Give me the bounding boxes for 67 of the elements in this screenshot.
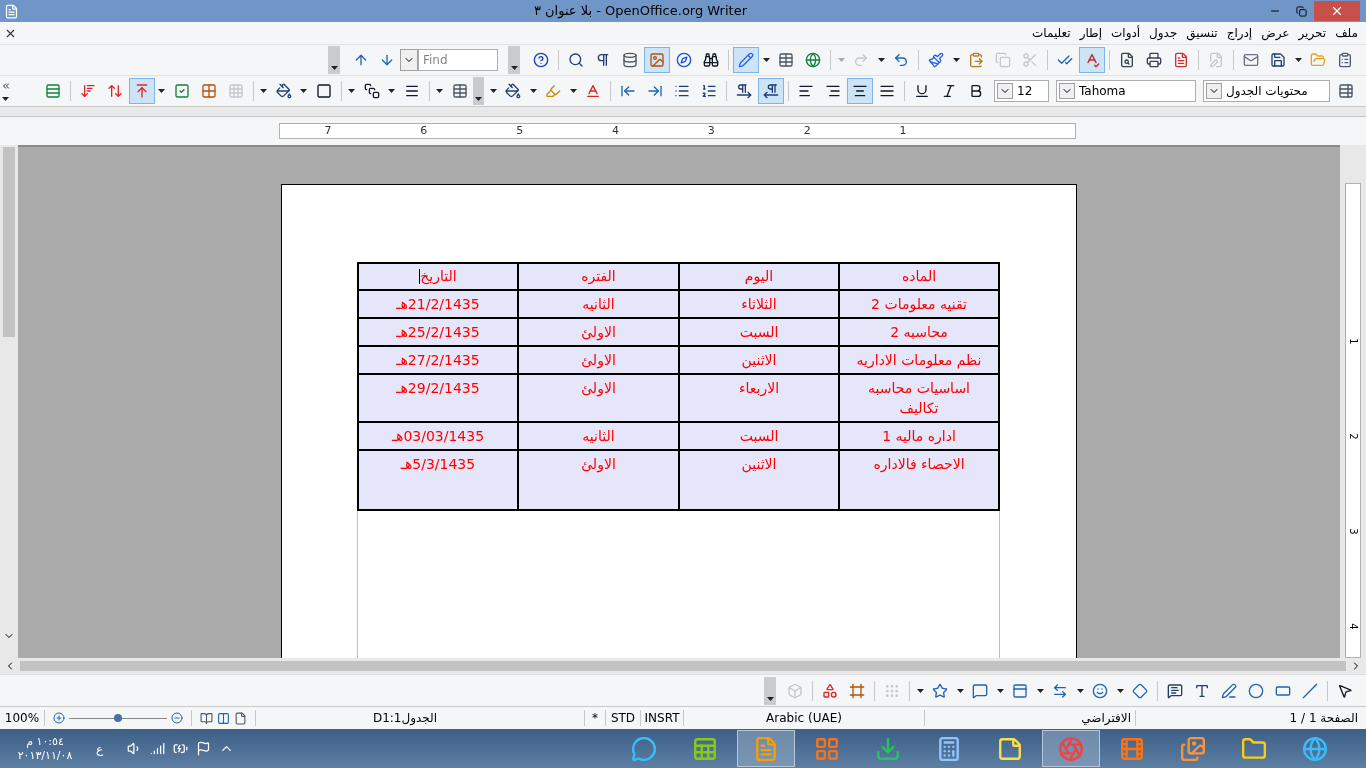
table-cell: الاولئ bbox=[518, 318, 679, 346]
ruler-number: 3 bbox=[706, 122, 716, 139]
ruler-number: 2 bbox=[1346, 433, 1360, 440]
find-field[interactable]: Find bbox=[418, 49, 498, 71]
ruler-number: 6 bbox=[419, 122, 429, 139]
menu-item[interactable]: تنسيق bbox=[1186, 24, 1218, 42]
ruler-number: 1 bbox=[898, 122, 908, 139]
ruler-number: 7 bbox=[323, 122, 333, 139]
header-text: التاريخ bbox=[420, 267, 457, 287]
clock-date: ٢٠١٣/١١/٠٨ bbox=[17, 748, 73, 763]
ruler-number: 1 bbox=[1346, 338, 1360, 345]
header-text: الفتره bbox=[581, 267, 616, 287]
table-cell: 5/3/1435هـ bbox=[358, 450, 518, 510]
table-cell: 03/03/1435هـ bbox=[358, 422, 518, 450]
table-cell-reference: D1:1الجدول bbox=[371, 710, 439, 727]
table-cell: الثلاثاء bbox=[679, 290, 839, 318]
modified-indicator: * bbox=[591, 710, 599, 727]
menu-item[interactable]: تعليمات bbox=[1032, 24, 1071, 42]
table-cell: اساسيات محاسبه تكاليف bbox=[839, 374, 999, 422]
table-cell: الاولئ bbox=[518, 346, 679, 374]
selection-mode: STD bbox=[609, 710, 637, 727]
menu-item[interactable]: عرض bbox=[1261, 24, 1290, 42]
menu-item[interactable]: أدوات bbox=[1111, 24, 1141, 42]
combo-value: محتويات الجدول bbox=[1225, 83, 1309, 100]
menu-item[interactable]: إدراج bbox=[1226, 24, 1253, 42]
window-title: بلا عنوان ٣ - OpenOffice.org Writer bbox=[533, 2, 748, 21]
table-cell: الاثنين bbox=[679, 450, 839, 510]
table-cell: 29/2/1435هـ bbox=[358, 374, 518, 422]
table-cell: الاحصاء فالاداره bbox=[839, 450, 999, 510]
page-style: الافتراضي bbox=[1080, 710, 1132, 727]
table-cell: محاسبه 2 bbox=[839, 318, 999, 346]
ruler-number: 4 bbox=[611, 122, 620, 139]
table-cell: الاولئ bbox=[518, 374, 679, 422]
combo-value: 12 bbox=[1017, 83, 1034, 100]
clock-time: ١٠:٥٤ م bbox=[26, 734, 64, 749]
input-language: ع bbox=[96, 740, 104, 758]
language-label: Arabic (UAE) bbox=[765, 710, 843, 727]
table-cell: 25/2/1435هـ bbox=[358, 318, 518, 346]
ruler-number: 3 bbox=[1346, 528, 1360, 535]
table-cell: الاربعاء bbox=[679, 374, 839, 422]
header-text: الماده bbox=[901, 267, 937, 286]
table-cell: 21/2/1435هـ bbox=[358, 290, 518, 318]
insert-mode: INSRT bbox=[643, 710, 681, 727]
zoom-percentage: 100% bbox=[3, 710, 41, 727]
menu-item[interactable]: جدول bbox=[1149, 24, 1178, 42]
table-cell: نظم معلومات الاداريه bbox=[839, 346, 999, 374]
table-cell: تقنيه معلومات 2 bbox=[839, 290, 999, 318]
ruler-number: 4 bbox=[1346, 623, 1360, 630]
table-cell: الثانيه bbox=[518, 290, 679, 318]
table-cell: 27/2/1435هـ bbox=[358, 346, 518, 374]
menu-item[interactable]: ملف bbox=[1335, 24, 1358, 42]
combo-box[interactable]: Tahoma bbox=[1055, 80, 1196, 102]
header-text: اليوم bbox=[744, 267, 774, 287]
table-cell: السبت bbox=[679, 422, 839, 450]
table-cell: اداره ماليه 1 bbox=[839, 422, 999, 450]
combo-box[interactable]: محتويات الجدول bbox=[1202, 80, 1330, 102]
table-cell: السبت bbox=[679, 318, 839, 346]
table-cell: الاثنين bbox=[679, 346, 839, 374]
menu-item[interactable]: تحرير bbox=[1298, 24, 1327, 42]
ruler-number: 5 bbox=[515, 122, 525, 139]
table-cell: الثانيه bbox=[518, 422, 679, 450]
menu-item[interactable]: إطار bbox=[1079, 24, 1102, 42]
table-cell: الاولئ bbox=[518, 450, 679, 510]
page-count: الصفحة 1 / 1 bbox=[1288, 710, 1359, 727]
combo-value: Tahoma bbox=[1078, 83, 1127, 100]
combo-box[interactable]: 12 bbox=[994, 80, 1049, 102]
ruler-number: 2 bbox=[802, 122, 812, 139]
